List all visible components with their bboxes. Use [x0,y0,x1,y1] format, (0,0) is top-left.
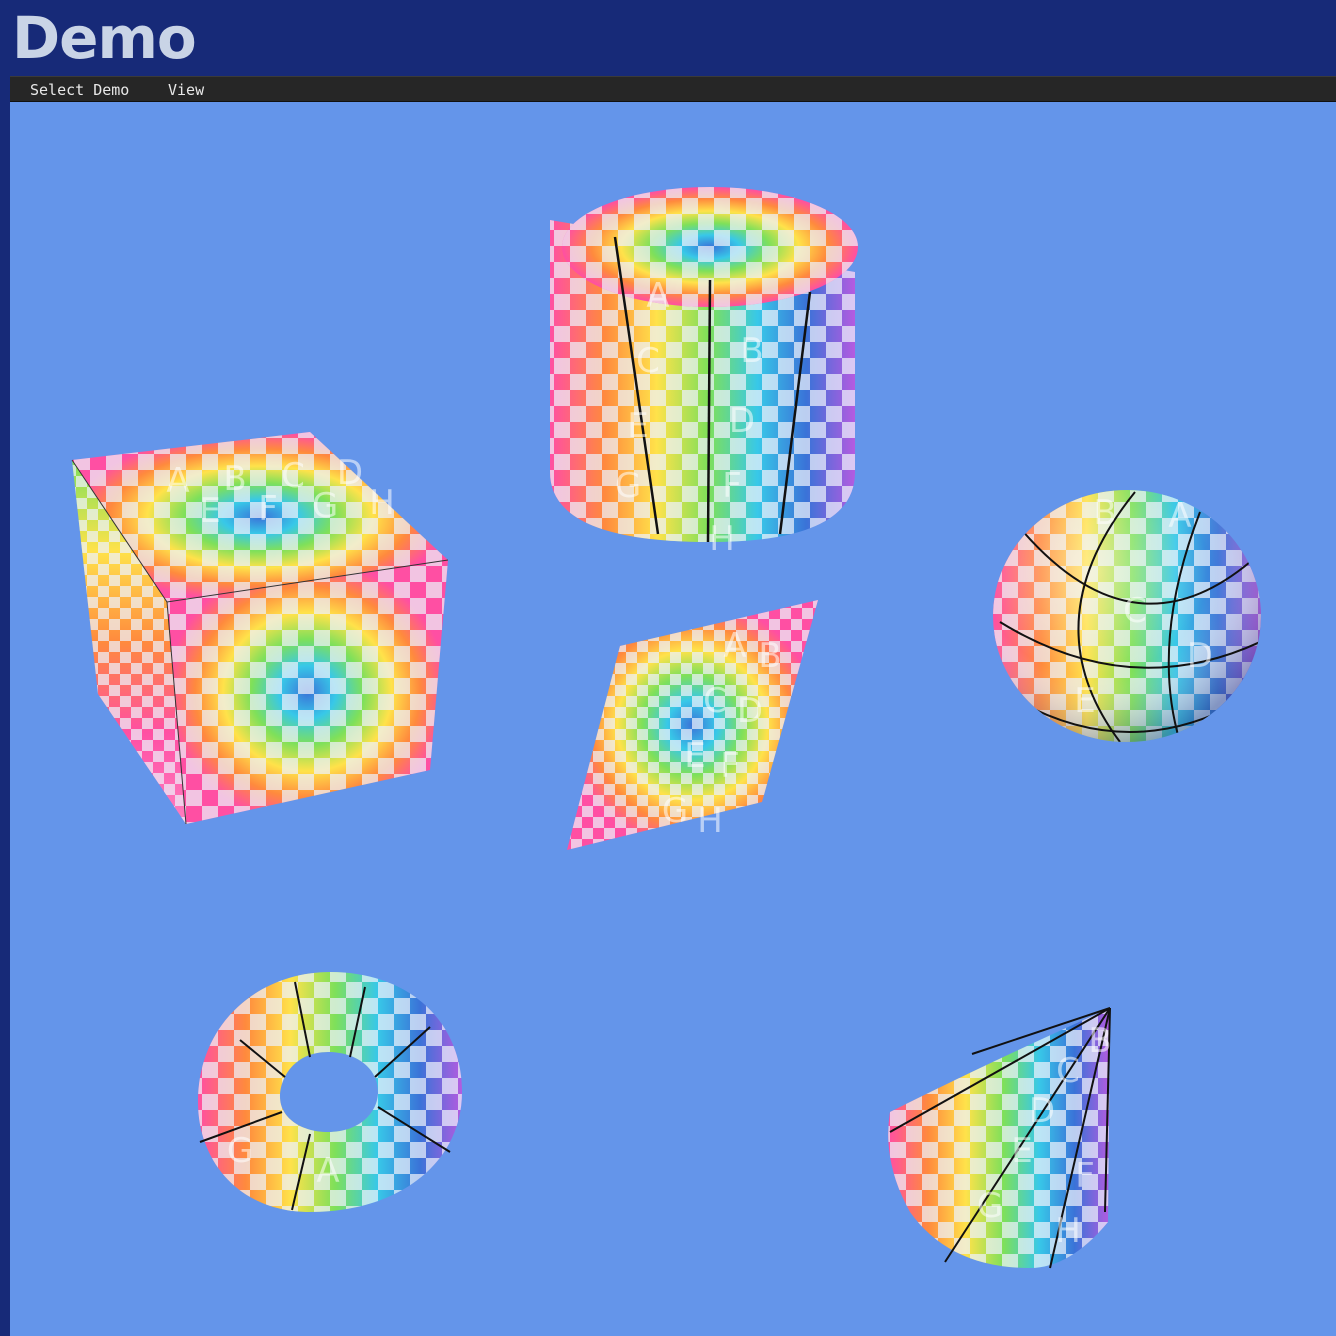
sphere-texture-letter: B [1093,493,1116,533]
sphere-texture-letter: D [1187,636,1213,676]
cylinder-texture-letter: A [646,276,669,316]
demo-window: Select Demo View A B C D E F G H A B C D… [10,76,1336,1336]
cube-texture-letter: F [258,489,278,529]
cylinder-texture-letter: D [729,401,755,441]
plane-texture-letter: E [684,736,705,776]
cylinder-texture-letter: E [627,406,648,446]
cone-texture-letter: F [1075,1156,1095,1196]
cone-texture-letter: E [1011,1131,1032,1171]
menu-select-demo[interactable]: Select Demo [24,80,135,100]
menu-bar: Select Demo View [10,76,1336,102]
cube-texture-letter: B [223,459,246,499]
plane-texture-letter: H [697,801,723,841]
torus-texture-letter: A [316,1151,339,1191]
scene-canvas: A B C DE F G HABCDEFGHB ACDEA BC DE FG HAGBCDEFGH [71,187,1261,1269]
sphere-texture-letter: A [1168,496,1191,536]
app-window: Demo Select Demo View A B C D E F G H A … [0,0,1336,1336]
cylinder-texture-letter: F [722,466,742,506]
cube-texture-letter: H [369,483,395,523]
cube-texture-letter: D [337,453,363,493]
cube-texture-letter: C [281,456,305,496]
plane-texture-letter: F [720,746,740,786]
cube-texture-letter: A [166,461,189,501]
plane-texture-letter: B [758,636,781,676]
cylinder-texture-letter: H [709,519,735,559]
plane-texture-letter: D [737,691,763,731]
cone-texture-letter: C [1056,1051,1080,1091]
cone-texture-letter: G [977,1186,1003,1226]
plane-texture-letter: G [662,791,688,831]
cylinder-texture-letter: B [740,331,763,371]
cone-texture-letter: B [1088,1021,1111,1061]
sphere-texture-letter: E [1074,681,1095,721]
cube-texture-letter: G [312,486,338,526]
cone-texture-letter: H [1055,1211,1081,1251]
cone-texture-letter: D [1029,1091,1055,1131]
cylinder-texture-letter: G [615,466,641,506]
plane-texture-letter: A [723,626,746,666]
title-bar: Demo [0,0,1336,76]
3d-viewport[interactable]: ABCDEFGHABCDEFGHBACDEABCDEFGHAGBCDEFGH [10,102,1336,1336]
app-title: Demo [12,4,197,72]
cube-texture-letter: E [199,491,220,531]
torus-texture-letter: G [227,1131,253,1171]
cylinder-texture-letter: C [636,341,660,381]
menu-view[interactable]: View [162,80,210,100]
plane-texture-letter: C [703,681,727,721]
cylinder-object[interactable] [550,187,858,543]
sphere-texture-letter: C [1123,591,1147,631]
